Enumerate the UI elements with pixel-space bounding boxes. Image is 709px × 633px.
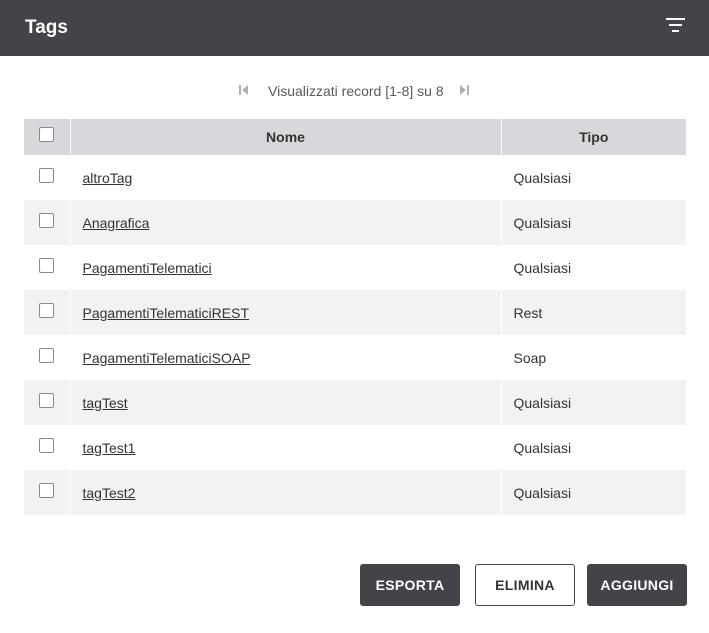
tipo-cell: Qualsiasi: [513, 439, 572, 456]
last-page-icon[interactable]: [458, 82, 472, 98]
tag-name-link[interactable]: tagTest: [83, 395, 128, 411]
row-checkbox-cell: [24, 155, 71, 200]
row-checkbox-cell: [24, 290, 71, 335]
table-row: PagamentiTelematiciREST Rest: [24, 290, 686, 335]
row-checkbox-cell: [24, 200, 71, 245]
tag-name-link[interactable]: PagamentiTelematiciSOAP: [83, 350, 251, 366]
nome-cell: PagamentiTelematiciSOAP: [70, 335, 502, 380]
table-row: altroTag Qualsiasi: [24, 155, 686, 200]
page-header: Tags: [0, 0, 709, 56]
tipo-cell: Qualsiasi: [513, 214, 572, 231]
row-checkbox[interactable]: [39, 437, 55, 453]
nome-cell: tagTest1: [70, 425, 502, 470]
tag-name-link[interactable]: tagTest2: [83, 485, 136, 501]
tag-name-link[interactable]: altroTag: [83, 170, 133, 186]
row-checkbox[interactable]: [39, 482, 55, 498]
tipo-cell: Rest: [513, 304, 543, 321]
row-checkbox[interactable]: [39, 257, 55, 273]
row-checkbox[interactable]: [39, 347, 55, 363]
tipo-cell: Qualsiasi: [513, 484, 572, 501]
nome-cell: altroTag: [70, 155, 502, 200]
row-checkbox-cell: [24, 380, 71, 425]
nome-cell: PagamentiTelematici: [70, 245, 502, 290]
elimina-button[interactable]: ELIMINA: [475, 564, 575, 606]
tipo-cell: Soap: [513, 349, 547, 366]
tag-name-link[interactable]: tagTest1: [83, 440, 136, 456]
filter-icon[interactable]: [664, 16, 688, 36]
row-checkbox-cell: [24, 245, 71, 290]
tipo-cell: Qualsiasi: [513, 259, 572, 276]
esporta-button[interactable]: ESPORTA: [360, 564, 460, 606]
nome-cell: tagTest: [70, 380, 502, 425]
pagination: Visualizzati record [1-8] su 8: [0, 80, 709, 102]
tag-name-link[interactable]: PagamentiTelematici: [83, 260, 212, 276]
table-header-row: Nome Tipo: [24, 119, 686, 155]
table-row: tagTest Qualsiasi: [24, 380, 686, 425]
select-all-checkbox[interactable]: [39, 127, 55, 143]
row-checkbox-cell: [24, 335, 71, 380]
table-row: tagTest1 Qualsiasi: [24, 425, 686, 470]
first-page-icon[interactable]: [236, 82, 250, 98]
column-header-tipo[interactable]: Tipo: [501, 119, 686, 155]
nome-cell: PagamentiTelematiciREST: [70, 290, 502, 335]
page-title: Tags: [25, 17, 68, 38]
tags-table: Nome Tipo altroTag Qualsiasi Anagrafica Qua…: [24, 119, 686, 515]
tipo-cell: Qualsiasi: [513, 394, 572, 411]
tag-name-link[interactable]: PagamentiTelematiciREST: [83, 305, 250, 321]
row-checkbox[interactable]: [39, 167, 55, 183]
row-checkbox[interactable]: [39, 392, 55, 408]
nome-cell: Anagrafica: [70, 200, 502, 245]
table-body: altroTag Qualsiasi Anagrafica Qualsiasi Paga…: [24, 155, 686, 515]
aggiungi-button[interactable]: AGGIUNGI: [587, 564, 687, 606]
tag-name-link[interactable]: Anagrafica: [83, 215, 150, 231]
table-row: tagTest2 Qualsiasi: [24, 470, 686, 515]
column-header-nome[interactable]: Nome: [70, 119, 502, 155]
row-checkbox-cell: [24, 470, 71, 515]
row-checkbox[interactable]: [39, 302, 55, 318]
row-checkbox[interactable]: [39, 212, 55, 228]
table-row: PagamentiTelematici Qualsiasi: [24, 245, 686, 290]
table-row: Anagrafica Qualsiasi: [24, 200, 686, 245]
table-row: PagamentiTelematiciSOAP Soap: [24, 335, 686, 380]
select-all-cell: [24, 119, 71, 155]
tipo-cell: Qualsiasi: [513, 169, 572, 186]
row-checkbox-cell: [24, 425, 71, 470]
pagination-info: Visualizzati record [1-8] su 8: [268, 83, 444, 99]
nome-cell: tagTest2: [70, 470, 502, 515]
